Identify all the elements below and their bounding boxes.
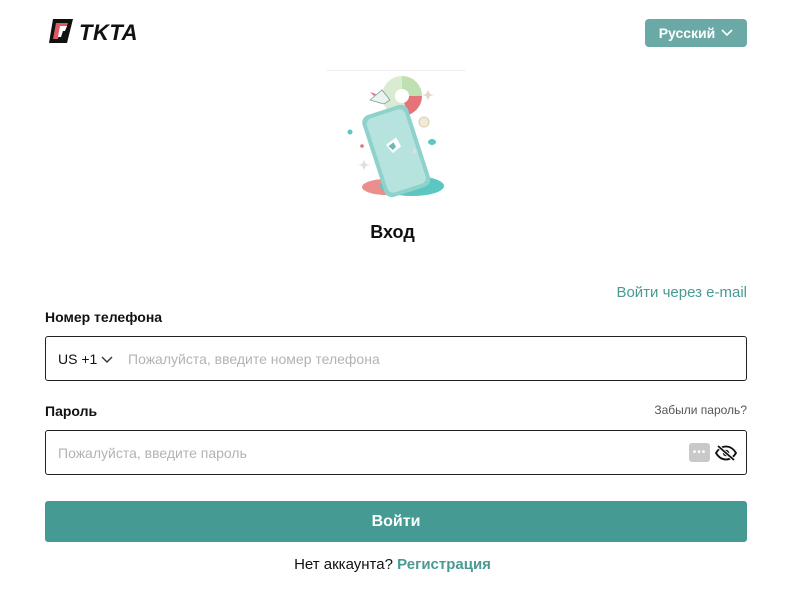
phone-illustration	[326, 70, 466, 205]
signup-link[interactable]: Регистрация	[397, 556, 491, 573]
country-code-selector[interactable]: US +1	[46, 351, 116, 367]
signup-prompt: Нет аккаунта? Регистрация	[0, 556, 785, 573]
country-code-value: US +1	[58, 350, 98, 367]
logo-text: TKTA	[79, 20, 139, 45]
phone-field: US +1	[45, 336, 747, 381]
eye-slash-icon[interactable]	[714, 441, 738, 465]
phone-label: Номер телефона	[45, 309, 163, 325]
tkta-logo-icon	[47, 17, 77, 50]
forgot-password-link[interactable]: Забыли пароль?	[654, 403, 747, 417]
password-manager-icon[interactable]: •••	[689, 443, 710, 462]
login-button[interactable]: Войти	[45, 501, 747, 542]
language-label: Русский	[658, 25, 716, 41]
brand-logo[interactable]: TKTA	[47, 18, 138, 48]
password-input[interactable]	[46, 431, 689, 474]
password-field: •••	[45, 430, 747, 475]
login-page: TKTA Русский Вход Войти через e-mail Ном…	[0, 0, 785, 608]
signup-prompt-text: Нет аккаунта?	[294, 556, 393, 573]
password-label: Пароль	[45, 403, 98, 419]
chevron-down-icon	[101, 351, 113, 367]
phone-input[interactable]	[116, 337, 746, 380]
email-login-link[interactable]: Войти через e-mail	[616, 284, 747, 301]
page-title: Вход	[370, 222, 415, 242]
chevron-down-icon	[721, 29, 733, 37]
language-selector[interactable]: Русский	[645, 19, 747, 47]
